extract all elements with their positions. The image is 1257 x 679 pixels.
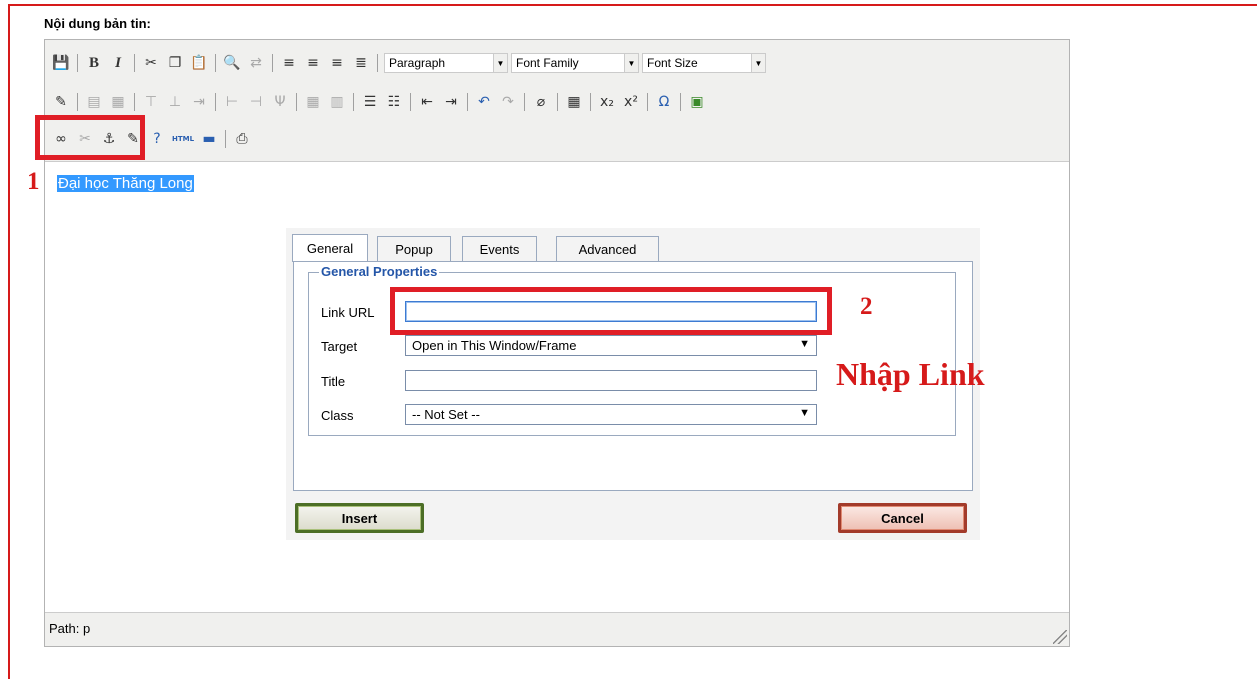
class-select-value: -- Not Set --: [412, 407, 480, 422]
toolbar-separator: [680, 93, 681, 111]
horizontal-rule-icon[interactable]: ▬: [199, 129, 219, 149]
find-icon[interactable]: 🔍: [222, 53, 242, 73]
insert-image-icon[interactable]: ▣: [687, 92, 707, 112]
toolbar-separator: [77, 54, 78, 72]
toolbar-row-2: ✎ ▤ ▦ ⊤ ⊥ ⇥ ⊢ ⊣ Ψ ▦ ▥ ☰ ☷ ⇤ ⇥ ↶ ↷ ⌀ ▦ x₂…: [51, 88, 711, 116]
bold-icon[interactable]: B: [84, 53, 104, 73]
link-url-label: Link URL: [321, 305, 375, 320]
class-select[interactable]: -- Not Set -- ▼: [405, 404, 817, 425]
save-icon[interactable]: 💾: [51, 53, 71, 73]
toolbar-separator: [134, 54, 135, 72]
toolbar-separator: [647, 93, 648, 111]
selected-text[interactable]: Đại học Thăng Long: [57, 175, 194, 192]
toolbar-separator: [410, 93, 411, 111]
cancel-button[interactable]: Cancel: [838, 503, 967, 533]
tab-events[interactable]: Events: [462, 236, 537, 262]
chevron-down-icon: ▼: [751, 54, 765, 72]
font-size-select[interactable]: Font Size ▼: [642, 53, 766, 73]
toolbar-separator: [590, 93, 591, 111]
paste-icon[interactable]: 📋: [189, 53, 209, 73]
align-right-icon[interactable]: ≡: [327, 53, 347, 73]
superscript-icon[interactable]: x²: [621, 92, 641, 112]
help-icon[interactable]: ?: [147, 129, 167, 149]
italic-icon[interactable]: I: [108, 53, 128, 73]
font-family-select[interactable]: Font Family ▼: [511, 53, 639, 73]
toolbar-separator: [467, 93, 468, 111]
toolbar-separator: [272, 54, 273, 72]
split-cells-icon[interactable]: ▦: [303, 92, 323, 112]
toolbar-separator: [557, 93, 558, 111]
title-input[interactable]: [405, 370, 817, 391]
special-char-icon[interactable]: Ω: [654, 92, 674, 112]
toolbar-separator: [215, 54, 216, 72]
tab-general[interactable]: General: [292, 234, 368, 262]
indent-icon[interactable]: ⇥: [441, 92, 461, 112]
html-source-icon[interactable]: HTML: [171, 129, 195, 149]
toolbar-separator: [77, 93, 78, 111]
insert-col-before-icon[interactable]: ⊢: [222, 92, 242, 112]
toolbar-separator: [524, 93, 525, 111]
cut-icon[interactable]: ✂: [141, 53, 161, 73]
editor-toolbar: 💾 B I ✂ ❐ 📋 🔍 ⇄ ≡ ≡ ≡ ≣ Paragraph ▼ Font…: [45, 40, 1069, 162]
chevron-down-icon: ▼: [493, 54, 507, 72]
annotation-number-2: 2: [860, 293, 873, 320]
font-size-select-value: Font Size: [647, 56, 698, 70]
target-select[interactable]: Open in This Window/Frame ▼: [405, 335, 817, 356]
toolbar-separator: [215, 93, 216, 111]
fieldset-legend: General Properties: [319, 264, 440, 279]
resize-grip-icon[interactable]: [1053, 630, 1067, 644]
status-path: Path: p: [49, 621, 91, 636]
redo-icon[interactable]: ↷: [498, 92, 518, 112]
toolbar-separator: [225, 130, 226, 148]
tab-popup[interactable]: Popup: [377, 236, 451, 262]
table-cell-props-icon[interactable]: ▦: [108, 92, 128, 112]
toolbar-separator: [134, 93, 135, 111]
print-icon[interactable]: ⎙: [232, 129, 252, 149]
insert-col-after-icon[interactable]: ⊣: [246, 92, 266, 112]
delete-row-icon[interactable]: ⇥: [189, 92, 209, 112]
toolbar-separator: [377, 54, 378, 72]
class-label: Class: [321, 408, 354, 423]
edit-style-icon[interactable]: ✎: [51, 92, 71, 112]
copy-icon[interactable]: ❐: [165, 53, 185, 73]
merge-cells-icon[interactable]: ▥: [327, 92, 347, 112]
align-center-icon[interactable]: ≡: [303, 53, 323, 73]
annotation-box-link-url: [390, 287, 832, 335]
toolbar-separator: [353, 93, 354, 111]
chevron-down-icon: ▼: [799, 407, 810, 419]
replace-icon[interactable]: ⇄: [246, 53, 266, 73]
insert-row-after-icon[interactable]: ⊥: [165, 92, 185, 112]
outdent-icon[interactable]: ⇤: [417, 92, 437, 112]
toolbar-separator: [296, 93, 297, 111]
tab-advanced[interactable]: Advanced: [556, 236, 659, 262]
field-label: Nội dung bản tin:: [44, 16, 151, 31]
bullet-list-icon[interactable]: ☰: [360, 92, 380, 112]
insert-row-before-icon[interactable]: ⊤: [141, 92, 161, 112]
subscript-icon[interactable]: x₂: [597, 92, 617, 112]
table-row-props-icon[interactable]: ▤: [84, 92, 104, 112]
editor-statusbar: Path: p: [45, 612, 1069, 646]
toolbar-row-1: 💾 B I ✂ ❐ 📋 🔍 ⇄ ≡ ≡ ≡ ≣ Paragraph ▼ Font…: [51, 49, 769, 77]
align-left-icon[interactable]: ≡: [279, 53, 299, 73]
numbered-list-icon[interactable]: ☷: [384, 92, 404, 112]
align-justify-icon[interactable]: ≣: [351, 53, 371, 73]
chevron-down-icon: ▼: [799, 338, 810, 350]
font-family-select-value: Font Family: [516, 56, 579, 70]
target-label: Target: [321, 339, 358, 354]
paragraph-select[interactable]: Paragraph ▼: [384, 53, 508, 73]
paragraph-select-value: Paragraph: [389, 56, 446, 70]
delete-col-icon[interactable]: Ψ: [270, 92, 290, 112]
cleanup-icon[interactable]: ⌀: [531, 92, 551, 112]
chevron-down-icon: ▼: [624, 54, 638, 72]
undo-icon[interactable]: ↶: [474, 92, 494, 112]
title-label: Title: [321, 374, 346, 389]
annotation-number-1: 1: [27, 168, 40, 195]
insert-table-icon[interactable]: ▦: [564, 92, 584, 112]
annotation-note: Nhập Link: [836, 356, 985, 392]
annotation-box-toolbar: [35, 115, 145, 160]
target-select-value: Open in This Window/Frame: [412, 338, 577, 353]
insert-button[interactable]: Insert: [295, 503, 424, 533]
